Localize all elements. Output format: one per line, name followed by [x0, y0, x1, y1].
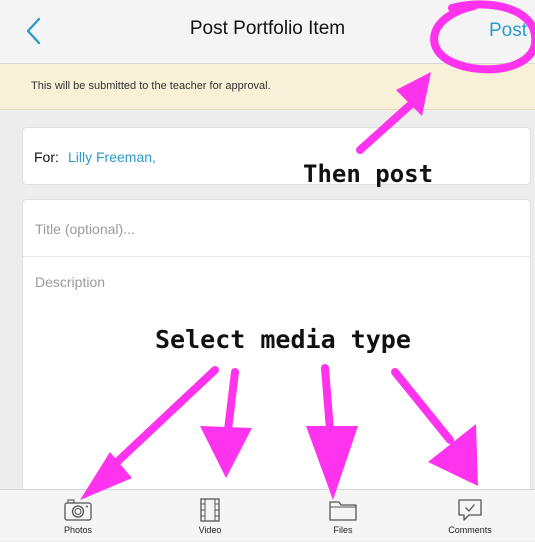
recipient-field[interactable]: For: Lilly Freeman, — [22, 127, 531, 185]
approval-notice-text: This will be submitted to the teacher fo… — [31, 80, 271, 92]
tab-comments[interactable]: Comments — [425, 490, 515, 542]
approval-notice: This will be submitted to the teacher fo… — [0, 64, 535, 110]
page-title: Post Portfolio Item — [189, 18, 346, 39]
annotation-then-post: Then post — [303, 160, 434, 188]
post-button[interactable]: Post — [489, 20, 527, 42]
divider — [23, 256, 530, 257]
tab-video[interactable]: Video — [165, 490, 255, 542]
description-input[interactable] — [33, 272, 517, 486]
navigation-bar: Post Portfolio Item Post — [0, 0, 535, 64]
comment-icon — [458, 499, 482, 521]
tab-comments-label: Comments — [448, 525, 492, 535]
recipient-value[interactable]: Lilly Freeman, — [68, 149, 156, 165]
tab-files-label: Files — [333, 525, 353, 535]
recipient-label: For: — [34, 149, 59, 165]
film-icon — [200, 498, 220, 522]
tab-video-label: Video — [198, 525, 222, 535]
title-input[interactable] — [33, 216, 517, 242]
camera-icon — [64, 499, 92, 521]
media-tab-bar: Photos Video Files Comments — [0, 489, 535, 541]
tab-files[interactable]: Files — [298, 490, 388, 542]
folder-icon — [329, 501, 357, 521]
annotation-select-media-type: Select media type — [155, 325, 411, 354]
tab-photos[interactable]: Photos — [33, 490, 123, 542]
tab-photos-label: Photos — [63, 525, 93, 535]
